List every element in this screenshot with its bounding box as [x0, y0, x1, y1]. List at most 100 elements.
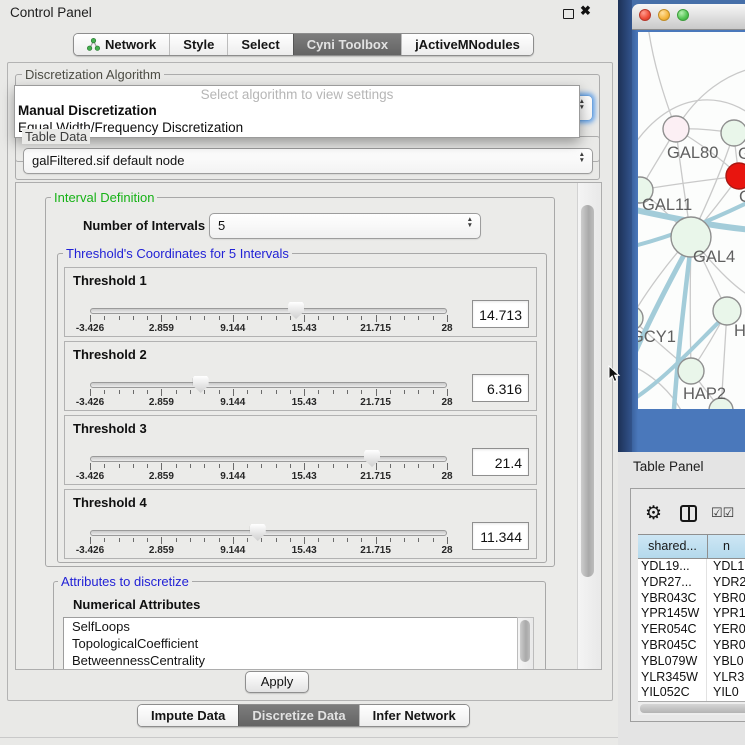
tick-mark: [133, 316, 134, 320]
horizontal-scrollbar[interactable]: [638, 701, 745, 715]
table-row[interactable]: YBL079WYBL0: [638, 654, 745, 670]
tick-mark: [361, 390, 362, 394]
table-row[interactable]: YPR145WYPR1: [638, 606, 745, 622]
tab-style[interactable]: Style: [169, 34, 227, 55]
tick-mark: [361, 464, 362, 468]
network-window-titlebar[interactable]: [632, 4, 745, 30]
table-row[interactable]: YIL052CYIL0: [638, 685, 745, 701]
apply-button[interactable]: Apply: [245, 671, 309, 693]
vertical-scrollbar[interactable]: [577, 183, 600, 669]
tick-label: -3.426: [76, 471, 104, 482]
network-canvas[interactable]: GAL80 G. C GAL11 GAL4 GCY1 H HAP2: [638, 32, 745, 409]
discretization-algorithm-group-label: Discretization Algorithm: [22, 67, 164, 82]
node-table[interactable]: shared... n YDL19...YDL1YDR27...YDR2YBR0…: [638, 534, 745, 702]
zoom-traffic-light[interactable]: [677, 9, 689, 21]
node-selected-red[interactable]: [726, 163, 745, 189]
tick-mark: [276, 316, 277, 320]
threshold-4-panel: Threshold 4 -3.4262.8599.14415.4321.7152…: [64, 489, 537, 559]
tick-mark: [161, 463, 162, 470]
threshold-2-value-field[interactable]: 6.316: [472, 374, 529, 402]
tab-impute-data[interactable]: Impute Data: [138, 705, 238, 726]
tick-mark: [247, 538, 248, 542]
tick-mark: [176, 538, 177, 542]
scrollbar-thumb[interactable]: [581, 205, 594, 577]
threshold-1-value-field[interactable]: 14.713: [472, 300, 529, 328]
tick-mark: [418, 390, 419, 394]
table-row[interactable]: YER054CYER0: [638, 622, 745, 638]
tab-jactivemnodules[interactable]: jActiveMNodules: [401, 34, 533, 55]
node-label-gal11: GAL11: [642, 196, 692, 214]
tick-mark: [447, 315, 448, 322]
slider-rail: [90, 308, 447, 314]
gear-icon[interactable]: ⚙: [645, 504, 662, 523]
tick-mark: [204, 316, 205, 320]
combo-arrows-icon: ▲▼: [579, 152, 585, 163]
tab-discretize-data[interactable]: Discretize Data: [238, 705, 358, 726]
attributes-group-label: Attributes to discretize: [58, 574, 192, 589]
table-data-combobox[interactable]: galFiltered.sif default node ▲▼: [23, 148, 593, 174]
table-row[interactable]: YBR045CYBR0: [638, 638, 745, 654]
node-gcy1[interactable]: [638, 306, 643, 330]
attribute-item[interactable]: BetweennessCentrality: [64, 652, 517, 669]
attribute-item[interactable]: TopologicalCoefficient: [64, 635, 517, 652]
numerical-attributes-list[interactable]: SelfLoopsTopologicalCoefficientBetweenne…: [63, 617, 518, 670]
node-h[interactable]: [713, 297, 741, 325]
tick-mark: [90, 463, 91, 470]
scrollbar-thumb[interactable]: [520, 620, 530, 662]
table-cell: YIL0: [707, 685, 745, 701]
tab-cyni-toolbox[interactable]: Cyni Toolbox: [293, 34, 401, 55]
slider-ticks: [90, 537, 447, 545]
node-hap2[interactable]: [678, 358, 704, 384]
tick-label: -3.426: [76, 397, 104, 408]
tick-label: 28: [441, 471, 452, 482]
tick-mark: [176, 390, 177, 394]
tick-mark: [390, 390, 391, 394]
tab-network[interactable]: Network: [74, 34, 169, 55]
node-top-right[interactable]: [721, 120, 745, 146]
interval-definition-group-label: Interval Definition: [51, 190, 157, 205]
threshold-2-label: Threshold 2: [73, 347, 147, 362]
tick-mark: [104, 464, 105, 468]
close-icon[interactable]: ✖: [580, 3, 591, 19]
attribute-item[interactable]: SelfLoops: [64, 618, 517, 635]
threshold-3-value-field[interactable]: 21.4: [472, 448, 529, 476]
algorithm-option[interactable]: Manual Discretization: [15, 103, 579, 120]
tick-mark: [376, 315, 377, 322]
tick-mark: [276, 464, 277, 468]
tick-mark: [190, 390, 191, 394]
table-row[interactable]: YDL19...YDL1: [638, 559, 745, 575]
tick-mark: [261, 390, 262, 394]
minimize-traffic-light[interactable]: [658, 9, 670, 21]
table-cell: YDR27...: [638, 575, 707, 591]
tab-infer-network[interactable]: Infer Network: [359, 705, 469, 726]
node-gal80[interactable]: [663, 116, 689, 142]
threshold-4-value-field[interactable]: 11.344: [472, 522, 529, 550]
tick-label: 15.43: [292, 545, 317, 556]
attributes-list-scrollbar[interactable]: [517, 617, 534, 670]
column-header-name[interactable]: n: [708, 535, 745, 558]
num-intervals-value: 5: [218, 218, 225, 233]
tab-select[interactable]: Select: [227, 34, 292, 55]
tick-mark: [333, 538, 334, 542]
scrollbar-thumb[interactable]: [640, 704, 745, 713]
table-cell: YLR345W: [638, 670, 707, 686]
tick-label: 21.715: [360, 397, 391, 408]
tick-mark: [119, 316, 120, 320]
tick-mark: [247, 464, 248, 468]
tick-mark: [119, 464, 120, 468]
tick-mark: [147, 390, 148, 394]
table-row[interactable]: YBR043CYBR0: [638, 591, 745, 607]
column-header-shared-name[interactable]: shared...: [638, 535, 708, 558]
tick-mark: [290, 464, 291, 468]
slider-ticks: [90, 315, 447, 323]
algorithm-option[interactable]: Equal Width/Frequency Discretization: [15, 120, 579, 137]
float-window-icon[interactable]: [563, 9, 574, 19]
table-cell: YPR145W: [638, 606, 707, 622]
table-row[interactable]: YDR27...YDR2: [638, 575, 745, 591]
columns-icon[interactable]: [680, 505, 697, 522]
table-row[interactable]: YLR345WYLR3: [638, 670, 745, 686]
close-traffic-light[interactable]: [639, 9, 651, 21]
select-columns-icon[interactable]: ☑☑: [711, 505, 734, 521]
number-of-intervals-combobox[interactable]: 5 ▲▼: [209, 213, 481, 239]
thresholds-group-label: Threshold's Coordinates for 5 Intervals: [63, 246, 292, 261]
